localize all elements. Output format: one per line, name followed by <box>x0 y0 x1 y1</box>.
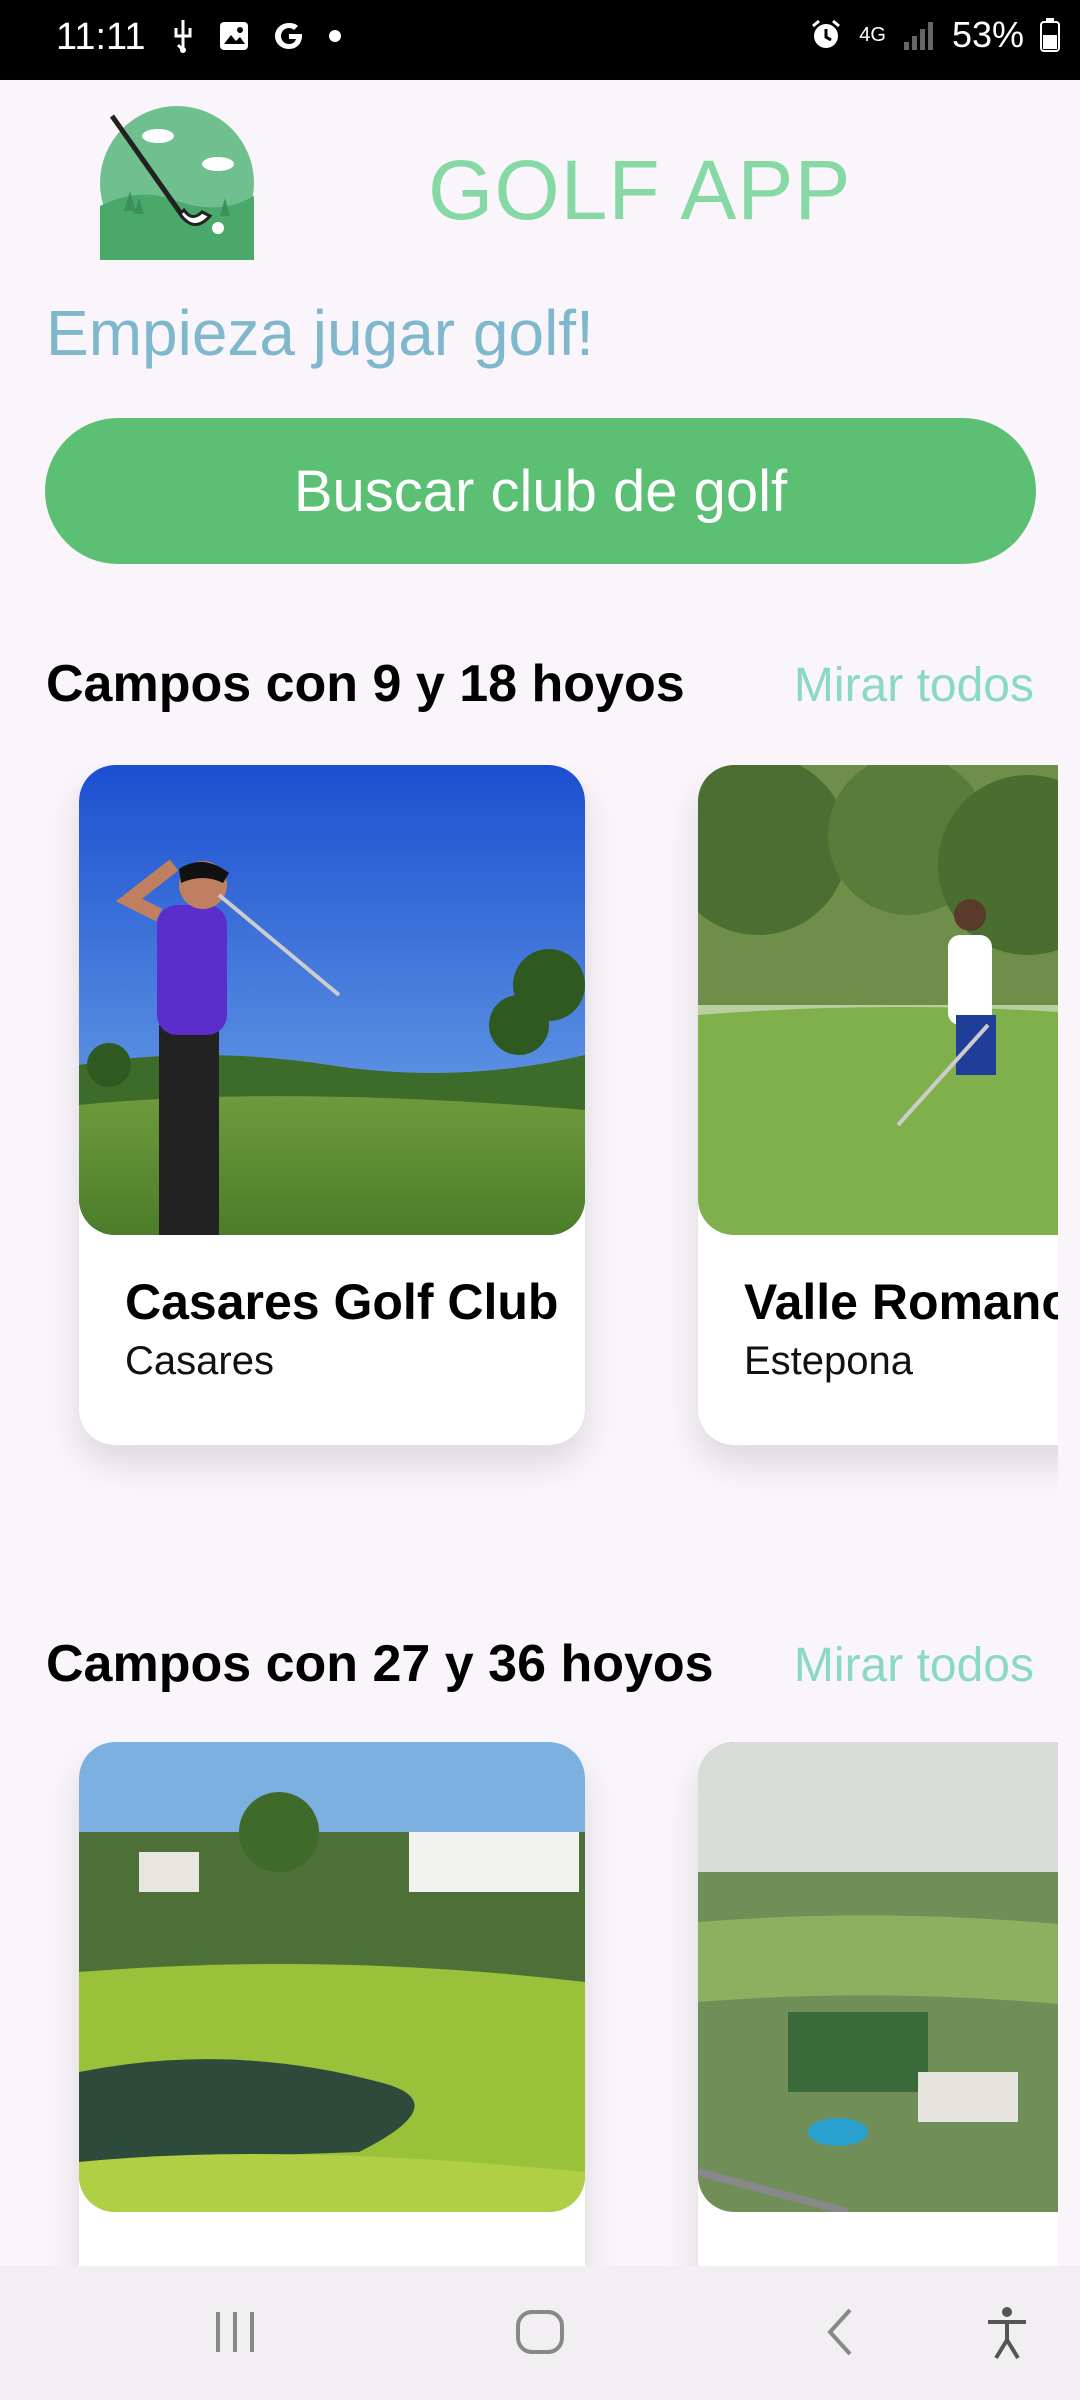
battery-icon <box>1040 18 1060 52</box>
dot-icon <box>329 30 341 42</box>
home-icon[interactable] <box>512 2302 568 2362</box>
course-name: Valle Romano <box>744 1274 1058 1330</box>
course-carousel[interactable] <box>22 1742 1058 2266</box>
battery-percentage: 53% <box>951 14 1024 55</box>
system-icons: 4G 53% <box>809 14 1060 56</box>
course-card[interactable]: Valle Romano Estepona <box>698 765 1058 1445</box>
network-4g-icon: 4G <box>859 24 886 46</box>
see-all-link[interactable]: Mirar todos <box>794 1638 1034 1693</box>
app-title: GOLF APP <box>428 143 852 237</box>
course-image <box>79 1742 585 2212</box>
back-icon[interactable] <box>820 2302 860 2362</box>
section-9-18-holes: Campos con 9 y 18 hoyos Mirar todos Casa… <box>0 640 1080 1500</box>
course-carousel[interactable]: Casares Golf Club Casares Valle Romano E… <box>22 765 1058 1505</box>
subtitle: Empieza jugar golf! <box>46 297 594 369</box>
course-card[interactable]: Casares Golf Club Casares <box>79 765 585 1445</box>
gallery-icon <box>220 22 248 50</box>
section-title: Campos con 9 y 18 hoyos <box>46 655 685 713</box>
see-all-link[interactable]: Mirar todos <box>794 658 1034 713</box>
course-location: Estepona <box>744 1339 914 1383</box>
course-image <box>698 765 1058 1235</box>
recent-apps-icon[interactable] <box>210 2302 260 2362</box>
course-image <box>698 1742 1058 2212</box>
google-icon <box>275 23 302 49</box>
signal-icon <box>903 22 933 50</box>
alarm-icon <box>812 19 841 48</box>
accessibility-icon[interactable] <box>982 2302 1032 2362</box>
status-time: 11:11 <box>56 16 146 58</box>
section-title: Campos con 27 y 36 hoyos <box>46 1635 714 1693</box>
search-golf-club-button[interactable]: Buscar club de golf <box>45 418 1036 564</box>
course-location: Casares <box>125 1339 274 1383</box>
course-image <box>79 765 585 1235</box>
course-name: Casares Golf Club <box>125 1274 559 1330</box>
notification-icons <box>170 18 342 54</box>
status-bar: 11:11 4G 53% <box>0 0 1080 80</box>
golf-logo-icon <box>100 106 254 260</box>
section-27-36-holes: Campos con 27 y 36 hoyos Mirar todos <box>0 1620 1080 2266</box>
usb-icon <box>174 20 192 53</box>
system-nav-bar <box>0 2266 1080 2400</box>
course-card[interactable] <box>698 1742 1058 2266</box>
course-card[interactable] <box>79 1742 585 2266</box>
